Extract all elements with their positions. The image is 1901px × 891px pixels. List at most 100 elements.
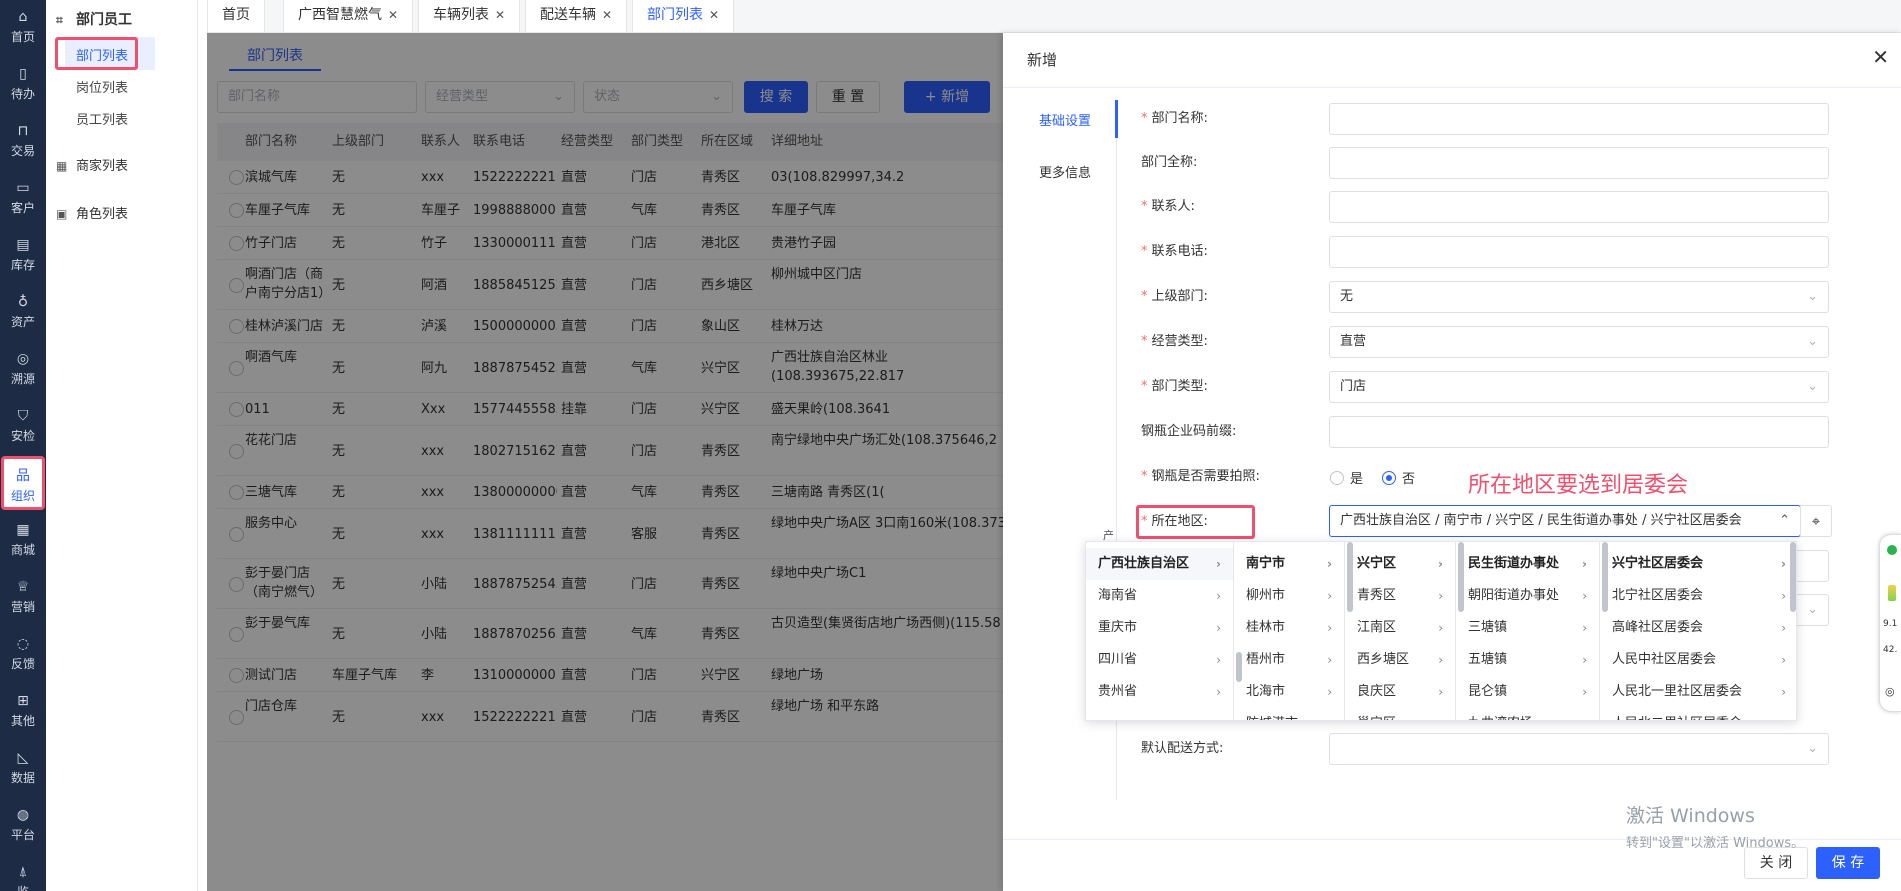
floating-widget[interactable]: 9.1 42. ◎ <box>1879 534 1901 712</box>
inventory-icon: ▤ <box>16 237 30 253</box>
location-pin-icon[interactable]: ⌖ <box>1800 505 1832 537</box>
parent-dept-select[interactable]: 无 ⌄ <box>1329 281 1829 313</box>
store-icon: ▦ <box>56 159 68 173</box>
cascader-option[interactable]: 兴宁社区居委会 › <box>1600 548 1796 580</box>
cascader-option[interactable]: 江南区 › <box>1345 612 1455 644</box>
menu-item-post-list[interactable]: 岗位列表 <box>76 77 128 96</box>
rail-item-14[interactable]: ◍ 平台 <box>0 798 46 852</box>
rail-item-7[interactable]: ⛉ 安检 <box>0 399 46 453</box>
tab-home[interactable]: 首页 <box>207 0 265 33</box>
scrollbar[interactable] <box>1347 542 1353 612</box>
close-icon[interactable]: ✕ <box>388 8 398 22</box>
scrollbar[interactable] <box>1458 542 1464 612</box>
cascader-col-province: 广西壮族自治区 › 海南省 › 重庆市 › 四川省 › 贵州省 › <box>1086 542 1234 720</box>
cascader-option[interactable]: 广西壮族自治区 › <box>1086 548 1233 580</box>
cascader-option[interactable]: 海南省 › <box>1086 580 1233 612</box>
chevron-right-icon: › <box>1438 708 1443 720</box>
chevron-right-icon: › <box>1438 685 1443 699</box>
cascader-option[interactable]: 民生街道办事处 › <box>1456 548 1599 580</box>
close-icon[interactable]: ✕ <box>602 8 612 22</box>
rail-item-5[interactable]: ♁ 资产 <box>0 285 46 339</box>
cascader-option[interactable]: 人民北二里社区居委会 › <box>1600 708 1796 720</box>
rail-item-3[interactable]: ▭ 客户 <box>0 171 46 225</box>
rail-item-10[interactable]: ♕ 营销 <box>0 570 46 624</box>
dept-name-field[interactable] <box>1329 103 1829 135</box>
tab-vehicles[interactable]: 车辆列表 ✕ <box>418 0 521 33</box>
rail-item-8[interactable]: 品组织 <box>1 456 45 510</box>
rail-item-11[interactable]: ◌ 反馈 <box>0 627 46 681</box>
tab-guangxi[interactable]: 广西智慧燃气 ✕ <box>283 0 414 33</box>
cascader-option[interactable]: 人民北一里社区居委会 › <box>1600 676 1796 708</box>
option-label: 良庆区 <box>1357 684 1397 699</box>
cascader-option[interactable]: 梧州市 › <box>1234 644 1344 676</box>
region-cascader[interactable]: 广西壮族自治区 / 南宁市 / 兴宁区 / 民生街道办事处 / 兴宁社区居委会 ⌃ <box>1329 505 1801 537</box>
rail-item-13[interactable]: ◺ 数据 <box>0 741 46 795</box>
tab-dept-list[interactable]: 部门列表 ✕ <box>632 0 735 33</box>
option-label: 朝阳街道办事处 <box>1468 588 1560 603</box>
dept-fullname-field[interactable] <box>1329 147 1829 179</box>
cascader-option[interactable]: 人民中社区居委会 › <box>1600 644 1796 676</box>
cascader-option[interactable]: 九曲湾农场 › <box>1456 708 1599 720</box>
tab-delivery-vehicles[interactable]: 配送车辆 ✕ <box>525 0 628 33</box>
rail-item-12[interactable]: ⊞ 其他 <box>0 684 46 738</box>
radio-no[interactable]: 否 <box>1382 468 1415 487</box>
icon-rail: ⌂ 首页 ▯ 待办 ⊓ 交易 ▭ 客户 ▤ 库存 ♁ 资产 ◎ 溯源 ⛉ 安检品组织 ▦ 商城 ♕ 营销 ◌ 反馈 ⊞ 其他 ◺… <box>0 0 46 891</box>
rail-item-6[interactable]: ◎ 溯源 <box>0 342 46 396</box>
prefix-field[interactable] <box>1329 416 1829 448</box>
cascader-option[interactable]: 三塘镇 › <box>1456 612 1599 644</box>
cascader-option[interactable]: 防城港市 › <box>1234 708 1344 720</box>
close-icon[interactable]: ✕ <box>495 8 505 22</box>
tab-label: 首页 <box>222 7 250 23</box>
cascader-option[interactable]: 柳州市 › <box>1234 580 1344 612</box>
cascader-option[interactable]: 兴宁区 › <box>1345 548 1455 580</box>
scrollbar[interactable] <box>1790 542 1796 612</box>
cascader-option[interactable]: 北海市 › <box>1234 676 1344 708</box>
dept-type-select[interactable]: 门店 ⌄ <box>1329 371 1829 403</box>
chevron-right-icon: › <box>1582 589 1587 603</box>
region-cascader-panel: 广西壮族自治区 › 海南省 › 重庆市 › 四川省 › 贵州省 › 南宁市 › 柳州市 › 桂林市 › 梧州市… <box>1085 541 1797 721</box>
close-icon[interactable]: ✕ <box>1872 45 1889 69</box>
scrollbar[interactable] <box>1602 542 1608 612</box>
cascader-option[interactable]: 五塘镇 › <box>1456 644 1599 676</box>
cascader-option[interactable]: 青秀区 › <box>1345 580 1455 612</box>
rail-item-0[interactable]: ⌂ 首页 <box>0 0 46 54</box>
rail-item-2[interactable]: ⊓ 交易 <box>0 114 46 168</box>
cascader-option[interactable]: 邕宁区 › <box>1345 708 1455 720</box>
chevron-right-icon: › <box>1582 557 1587 571</box>
chevron-right-icon: › <box>1582 621 1587 635</box>
modal-overlay[interactable] <box>207 33 1003 891</box>
cascader-option[interactable]: 昆仑镇 › <box>1456 676 1599 708</box>
rail-item-9[interactable]: ▦ 商城 <box>0 513 46 567</box>
menu-group-role[interactable]: ▣ 角色列表 <box>56 203 128 222</box>
phone-field[interactable] <box>1329 236 1829 268</box>
save-button[interactable]: 保 存 <box>1816 847 1880 879</box>
close-button[interactable]: 关 闭 <box>1744 847 1808 879</box>
rail-item-4[interactable]: ▤ 库存 <box>0 228 46 282</box>
chevron-down-icon: ⌄ <box>1807 334 1818 349</box>
contact-field[interactable] <box>1329 191 1829 223</box>
close-icon[interactable]: ✕ <box>709 8 719 22</box>
rail-item-1[interactable]: ▯ 待办 <box>0 57 46 111</box>
cascader-option[interactable]: 南宁市 › <box>1234 548 1344 580</box>
nav-more-info[interactable]: 更多信息 <box>1039 162 1091 181</box>
menu-item-staff-list[interactable]: 员工列表 <box>76 109 128 128</box>
cascader-option[interactable]: 重庆市 › <box>1086 612 1233 644</box>
menu-group-merchant[interactable]: ▦ 商家列表 <box>56 155 128 174</box>
cascader-option[interactable]: 高峰社区居委会 › <box>1600 612 1796 644</box>
cascader-option[interactable]: 良庆区 › <box>1345 676 1455 708</box>
menu-group-dept-staff[interactable]: ⌗ 部门员工 <box>56 9 132 29</box>
cascader-option[interactable]: 朝阳街道办事处 › <box>1456 580 1599 612</box>
cascader-option[interactable]: 贵州省 › <box>1086 676 1233 708</box>
chat-icon: ◌ <box>16 636 30 652</box>
radio-yes[interactable]: 是 <box>1330 468 1363 487</box>
scrollbar[interactable] <box>1236 652 1242 682</box>
cascader-option[interactable]: 北宁社区居委会 › <box>1600 580 1796 612</box>
biz-type-field[interactable]: 直营 ⌄ <box>1329 326 1829 358</box>
rail-item-15[interactable]: ⍋监 <box>0 855 46 891</box>
option-label: 江南区 <box>1357 620 1397 635</box>
cascader-option[interactable]: 西乡塘区 › <box>1345 644 1455 676</box>
cascader-option[interactable]: 四川省 › <box>1086 644 1233 676</box>
nav-basic-settings[interactable]: 基础设置 <box>1039 110 1091 129</box>
delivery-method-select[interactable]: ⌄ <box>1329 733 1829 765</box>
cascader-option[interactable]: 桂林市 › <box>1234 612 1344 644</box>
